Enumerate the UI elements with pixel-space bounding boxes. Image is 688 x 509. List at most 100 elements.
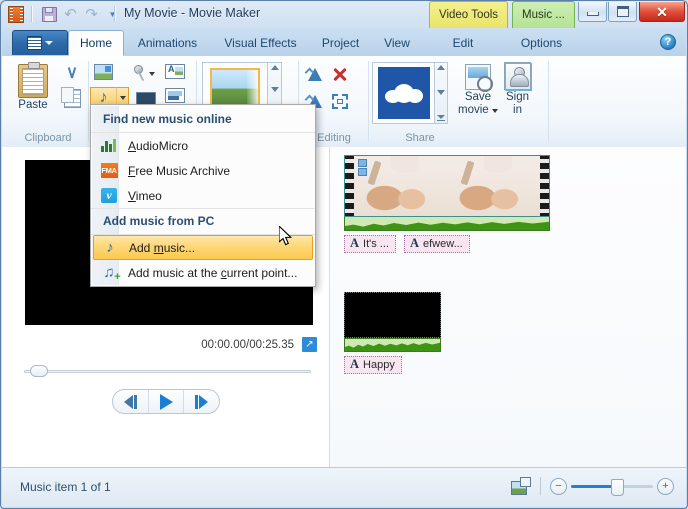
menu-item-label: AudioMicro — [128, 138, 189, 153]
zoom-slider[interactable] — [569, 479, 655, 496]
status-bar: Music item 1 of 1 − + — [2, 467, 686, 507]
record-narration-button[interactable] — [134, 65, 155, 82]
contextual-tab-group: Video Tools Music ... — [429, 1, 579, 28]
group-separator-4 — [368, 61, 369, 141]
zoom-out-button[interactable]: − — [550, 477, 567, 495]
add-music-dropdown-menu[interactable]: Find new music online AudioMicro FMA Fre… — [90, 104, 316, 287]
next-frame-button[interactable] — [183, 390, 219, 413]
seek-bar[interactable] — [24, 365, 311, 377]
status-bar-right: − + — [511, 477, 674, 496]
seek-thumb[interactable] — [30, 365, 48, 377]
seek-track[interactable] — [24, 370, 311, 373]
clip-overlay-tools[interactable] — [354, 158, 370, 180]
save-icon[interactable] — [39, 5, 60, 24]
tab-animations[interactable]: Animations — [126, 30, 209, 56]
chevron-down-icon[interactable] — [437, 90, 445, 95]
sign-in-label-line1: Sign — [505, 91, 530, 103]
chevron-down-icon[interactable] — [149, 71, 155, 76]
red-x-icon — [331, 66, 348, 82]
tab-options[interactable]: Options — [503, 30, 580, 56]
zoom-slider-thumb[interactable] — [611, 479, 624, 496]
remove-button[interactable] — [331, 66, 348, 82]
contextual-tab-music-tools[interactable]: Music ... — [512, 1, 575, 28]
audiomicro-icon — [99, 137, 119, 155]
cut-button[interactable] — [63, 66, 80, 83]
redo-icon[interactable]: ↷ — [81, 5, 102, 24]
undo-icon[interactable]: ↶ — [60, 5, 81, 24]
add-videos-photos-button[interactable] — [94, 64, 113, 80]
menu-item-label: Add music... — [129, 240, 196, 255]
clip-thumbnail-2[interactable] — [447, 156, 540, 216]
file-menu-button[interactable] — [12, 30, 68, 55]
tab-home[interactable]: Home — [68, 30, 124, 56]
caption-chip[interactable]: A efwew... — [403, 235, 470, 253]
copy-button[interactable] — [61, 87, 81, 108]
menu-item-vimeo[interactable]: v Vimeo — [91, 183, 315, 208]
minimize-button[interactable] — [578, 2, 607, 22]
storyboard-view-icon[interactable] — [511, 477, 531, 495]
save-movie-label-text: movie — [458, 104, 489, 116]
ribbon-group-clipboard: Paste Clipboard — [8, 56, 88, 147]
select-all-button[interactable] — [332, 94, 348, 109]
storyboard-pane[interactable]: A It's ... A efwew... A Happy — [330, 147, 686, 468]
close-button[interactable]: ✕ — [639, 2, 685, 22]
chevron-down-icon[interactable] — [491, 109, 498, 113]
menu-item-add-music[interactable]: ♪ Add music... — [93, 235, 313, 260]
tab-visual-effects[interactable]: Visual Effects — [211, 30, 310, 56]
maximize-button[interactable] — [608, 2, 637, 22]
chevron-up-icon[interactable] — [270, 65, 279, 70]
person-icon — [504, 62, 532, 91]
film-sprocket-right — [540, 156, 549, 216]
window-frame: ↶ ↷ ▼ My Movie - Movie Maker Video Tools… — [0, 0, 688, 509]
chevron-up-icon[interactable] — [437, 65, 445, 70]
fma-icon: FMA — [99, 162, 119, 180]
menu-item-audiomicro[interactable]: AudioMicro — [91, 133, 315, 158]
black-clip-thumbnail[interactable] — [344, 292, 441, 338]
save-movie-button[interactable]: Save movie — [458, 64, 498, 116]
tab-view[interactable]: View — [371, 30, 423, 56]
play-button[interactable] — [147, 390, 184, 413]
save-movie-label-line2: movie — [458, 104, 498, 116]
menu-header-add-from-pc: Add music from PC — [91, 208, 315, 235]
video-clip-strip[interactable] — [344, 155, 550, 217]
clip-group-1[interactable]: A It's ... A efwew... — [344, 155, 550, 253]
help-icon[interactable]: ? — [660, 34, 676, 50]
sign-in-label-line2: in — [513, 104, 522, 116]
menu-item-free-music-archive[interactable]: FMA Free Music Archive — [91, 158, 315, 183]
title-button[interactable] — [165, 64, 185, 79]
previous-frame-button[interactable] — [113, 390, 148, 413]
sign-in-button[interactable]: Sign in — [504, 62, 532, 116]
caption-chip[interactable]: A Happy — [344, 356, 402, 374]
contextual-tab-video-tools[interactable]: Video Tools — [429, 1, 509, 28]
audio-waveform-1[interactable] — [344, 217, 550, 231]
audio-waveform-2[interactable] — [344, 338, 441, 352]
clip-group-2[interactable]: A Happy — [344, 292, 441, 374]
zoom-in-button[interactable]: + — [657, 477, 674, 495]
music-note-icon: ♪ — [106, 239, 114, 256]
group-separator-1 — [88, 61, 89, 141]
menu-item-add-music-current-point[interactable]: ♫ Add music at the current point... — [91, 260, 315, 285]
tab-edit[interactable]: Edit — [425, 30, 501, 56]
caption-chip[interactable]: A It's ... — [344, 235, 396, 253]
menu-item-label: Vimeo — [128, 188, 162, 203]
chevron-down-icon[interactable] — [270, 87, 279, 92]
chevron-down-icon — [45, 41, 53, 45]
rotate-button[interactable] — [306, 67, 323, 82]
caption-label: It's ... — [363, 237, 389, 250]
fullscreen-icon[interactable]: ↗ — [302, 337, 317, 352]
zoom-control[interactable]: − + — [550, 477, 674, 496]
status-divider — [540, 477, 541, 495]
paste-icon — [18, 62, 48, 98]
quick-access-toolbar[interactable]: ↶ ↷ ▼ — [39, 5, 123, 24]
more-icon[interactable] — [437, 115, 445, 121]
tab-project[interactable]: Project — [312, 30, 369, 56]
scissors-icon — [63, 66, 80, 83]
customize-qat-icon[interactable]: ▼ — [102, 5, 123, 24]
file-menu-icon — [27, 36, 42, 50]
preview-timecode: 00:00.00/00:25.35 — [201, 338, 294, 351]
share-gallery-scroll[interactable] — [435, 62, 448, 124]
onedrive-button[interactable] — [372, 62, 435, 124]
caption-button[interactable] — [165, 88, 185, 103]
clip-thumbnail-1[interactable] — [354, 156, 447, 216]
paste-button[interactable]: Paste — [18, 62, 48, 111]
